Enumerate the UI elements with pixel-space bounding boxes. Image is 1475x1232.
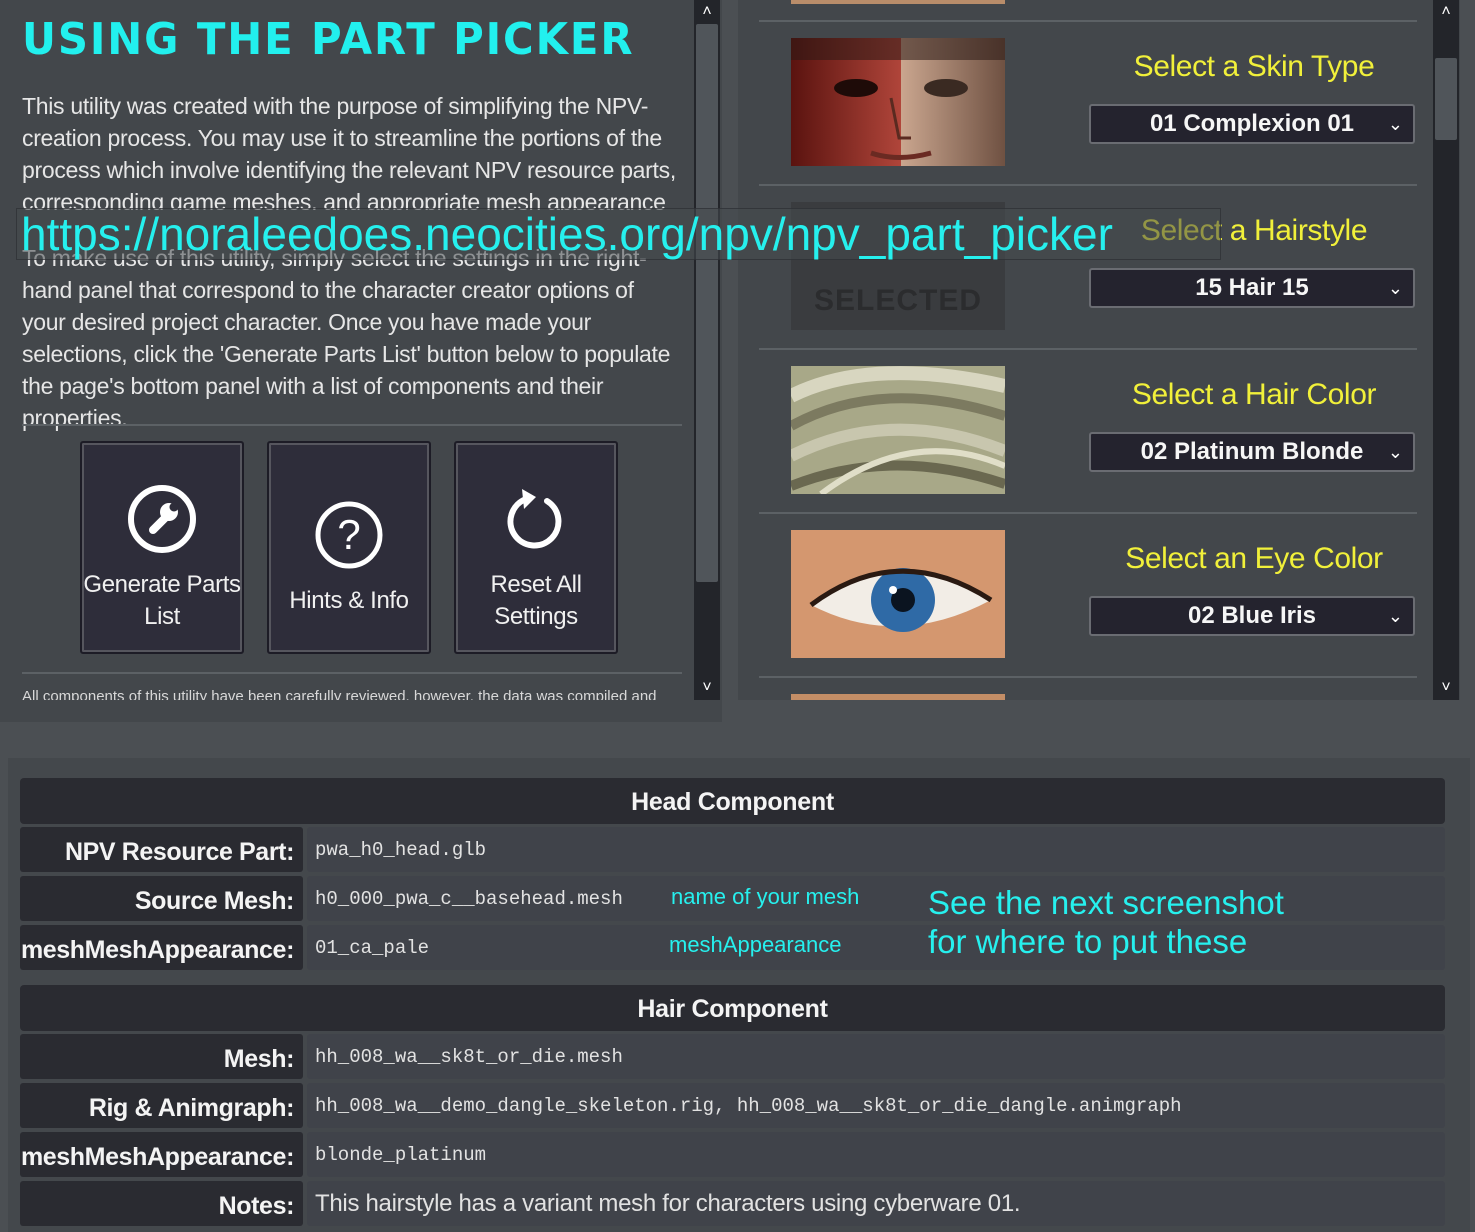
scroll-up-icon[interactable]: ˄ (694, 0, 720, 24)
hints-info-button[interactable]: ? Hints & Info (267, 441, 431, 654)
row-value[interactable]: 01_ca_pale (307, 925, 1445, 970)
page-title: USING THE PART PICKER (22, 14, 635, 65)
where-to-put-note: for where to put these (928, 923, 1248, 960)
reset-icon (507, 489, 562, 549)
row-key: meshMeshAppearance: (20, 1132, 303, 1177)
info-panel-content: USING THE PART PICKER This utility was c… (0, 0, 694, 700)
eye-color-select[interactable]: 02 Blue Iris ⌄ (1089, 596, 1415, 636)
scroll-thumb[interactable] (696, 24, 718, 582)
hair-color-select[interactable]: 02 Platinum Blonde ⌄ (1089, 432, 1415, 472)
hair-color-label: Select a Hair Color (1131, 378, 1377, 411)
hair-color-value: 02 Platinum Blonde (1140, 438, 1364, 465)
partial-image (791, 694, 1005, 700)
chevron-down-icon: ⌄ (1387, 114, 1403, 134)
hairstyle-value: 15 Hair 15 (1195, 274, 1309, 301)
option-hair-color: Select a Hair Color 02 Platinum Blonde ⌄ (759, 348, 1417, 514)
eye-color-value: 02 Blue Iris (1187, 602, 1317, 629)
hairstyle-select[interactable]: 15 Hair 15 ⌄ (1089, 268, 1415, 308)
mesh-appearance-annotation: meshAppearance (669, 932, 842, 957)
left-scrollbar[interactable]: ˄ ˅ (694, 0, 720, 700)
head-component-header: Head Component (20, 778, 1445, 824)
scroll-up-icon[interactable]: ˄ (1433, 0, 1459, 24)
right-scrollbar[interactable]: ˄ ˅ (1433, 0, 1459, 700)
divider (22, 424, 682, 426)
table-row: Notes: This hairstyle has a variant mesh… (20, 1181, 1445, 1226)
mesh-name-annotation: name of your mesh (671, 884, 860, 909)
question-icon: ? (315, 501, 383, 569)
generate-parts-list-button[interactable]: Generate Parts List (80, 441, 244, 654)
eye-color-label: Select an Eye Color (1125, 542, 1383, 575)
intro-paragraph: This utility was created with the purpos… (22, 93, 676, 210)
no-image-placeholder-text: SELECTED (813, 284, 983, 317)
row-value: This hairstyle has a variant mesh for ch… (307, 1181, 1445, 1226)
row-key: Mesh: (20, 1034, 303, 1079)
row-value[interactable]: hh_008_wa__sk8t_or_die.mesh (307, 1034, 1445, 1079)
option-eye-color: Select an Eye Color 02 Blue Iris ⌄ (759, 512, 1417, 678)
divider (22, 672, 682, 674)
scroll-down-icon[interactable]: ˅ (1433, 676, 1459, 700)
table-row: Mesh: hh_008_wa__sk8t_or_die.mesh (20, 1034, 1445, 1079)
row-key: NPV Resource Part: (20, 827, 303, 872)
wrench-icon (128, 485, 196, 553)
table-row: Rig & Animgraph: hh_008_wa__demo_dangle_… (20, 1083, 1445, 1128)
chevron-down-icon: ⌄ (1387, 606, 1403, 626)
next-screenshot-note: See the next screenshot (928, 884, 1284, 921)
partial-image (791, 0, 1005, 4)
url-annotation: https://noraleedoes.neocities.org/npv/np… (16, 208, 1221, 260)
row-value[interactable]: blonde_platinum (307, 1132, 1445, 1177)
hair-component-header: Hair Component (20, 985, 1445, 1031)
row-key: Notes: (20, 1181, 303, 1226)
table-row: meshMeshAppearance: blonde_platinum (20, 1132, 1445, 1177)
hair-color-preview-image (791, 366, 1005, 494)
row-value[interactable]: hh_008_wa__demo_dangle_skeleton.rig, hh_… (307, 1083, 1445, 1128)
row-key: meshMeshAppearance: (20, 925, 303, 970)
disclaimer-text: All components of this utility have been… (22, 688, 657, 700)
hints-info-label: Hints & Info (289, 587, 409, 614)
row-key: Rig & Animgraph: (20, 1083, 303, 1128)
option-next (759, 676, 1417, 700)
reset-settings-button[interactable]: Reset All Settings (454, 441, 618, 654)
row-value[interactable]: pwa_h0_head.glb (307, 827, 1445, 872)
skin-preview-image (791, 38, 1005, 166)
options-panel: Select a Skin Type 01 Complexion 01 ⌄ SE… (738, 0, 1460, 700)
skin-type-value: 01 Complexion 01 (1149, 110, 1355, 137)
row-key: Source Mesh: (20, 876, 303, 921)
reset-settings-label: Reset All Settings (490, 571, 582, 630)
skin-type-label: Select a Skin Type (1133, 50, 1375, 83)
usage-paragraph: To make use of this utility, simply sele… (22, 245, 671, 431)
scroll-down-icon[interactable]: ˅ (694, 676, 720, 700)
eye-color-preview-image (791, 530, 1005, 658)
table-row: NPV Resource Part: pwa_h0_head.glb (20, 827, 1445, 872)
scroll-thumb[interactable] (1435, 58, 1457, 140)
info-panel: USING THE PART PICKER This utility was c… (0, 0, 722, 722)
chevron-down-icon: ⌄ (1387, 278, 1403, 298)
generate-parts-list-label: Generate Parts List (83, 571, 241, 630)
skin-type-select[interactable]: 01 Complexion 01 ⌄ (1089, 104, 1415, 144)
chevron-down-icon: ⌄ (1387, 442, 1403, 462)
parts-list-panel: Head Component NPV Resource Part: pwa_h0… (8, 758, 1470, 1232)
svg-text:?: ? (337, 511, 360, 558)
option-skin-type: Select a Skin Type 01 Complexion 01 ⌄ (759, 20, 1417, 186)
